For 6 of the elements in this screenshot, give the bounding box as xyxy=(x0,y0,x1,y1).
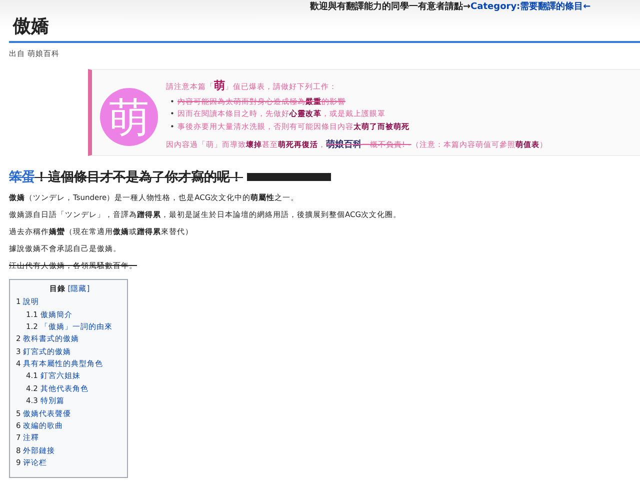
site-notice: 歡迎與有翻譯能力的同學一有意者請點→Category:需要翻譯的條目← xyxy=(310,0,591,13)
section-heading: ！這個條目才不是為了你才寫的呢！ xyxy=(35,168,243,186)
moe-logo: 萌 xyxy=(100,88,158,146)
heading-link[interactable]: 笨蛋 xyxy=(9,168,35,186)
page-title: 傲嬌 xyxy=(9,12,640,43)
category-link[interactable]: Category:需要翻譯的條目← xyxy=(470,2,591,12)
